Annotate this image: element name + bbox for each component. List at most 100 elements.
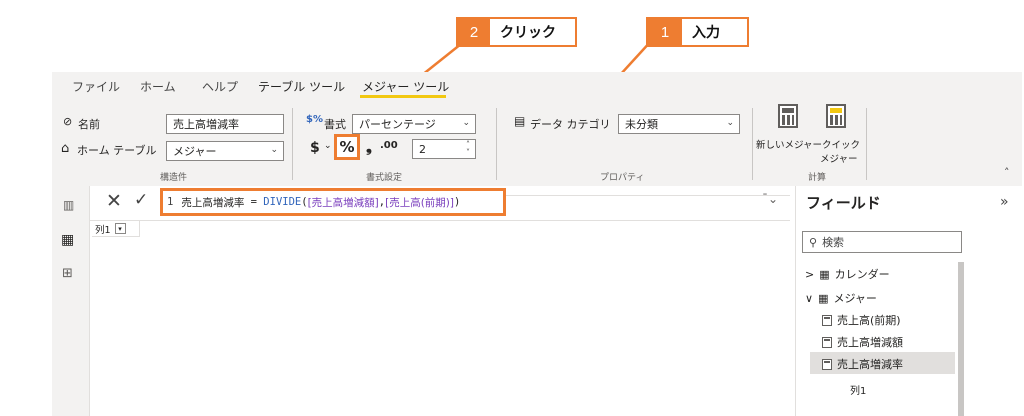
stepper-arrows-icon[interactable]: ˄ ˅ — [466, 141, 470, 157]
measure-name-value: 売上高増減率 — [173, 118, 239, 131]
table-measures-label: メジャー — [833, 292, 877, 305]
formula-bar-line — [506, 195, 790, 196]
callout-step-2-text: クリック — [500, 25, 556, 41]
tag-icon: ⊘ — [63, 115, 73, 128]
collapse-ribbon-icon[interactable]: ˄ — [1004, 166, 1010, 179]
table-icon: ▦ — [819, 267, 830, 281]
measure-label: 売上高(前期) — [837, 314, 901, 327]
quick-measure-button[interactable]: クイック — [822, 137, 860, 151]
quick-measure-icon[interactable] — [826, 104, 846, 128]
measure-name-input[interactable]: 売上高増減率 — [166, 114, 284, 134]
search-icon: ⚲ — [809, 235, 818, 249]
field-measure-item[interactable]: 売上高増減額 — [822, 334, 903, 350]
ribbon-tabs — [52, 72, 1022, 100]
currency-button[interactable]: $ — [310, 140, 320, 156]
chevron-down-icon: ⌄ — [726, 118, 734, 128]
fields-search-input[interactable]: ⚲ 検索 — [802, 231, 962, 253]
format-icon: $% — [306, 114, 323, 125]
table-calendar-label: カレンダー — [834, 268, 890, 281]
chevron-down-icon: ⌄ — [270, 145, 278, 155]
active-tab-indicator — [360, 95, 446, 98]
name-label: 名前 — [78, 118, 100, 131]
field-column-item[interactable]: 列1 — [850, 382, 866, 397]
data-category-value: 未分類 — [625, 118, 658, 131]
callout-step-1-number: 1 — [648, 19, 682, 45]
calculation-group-label: 計算 — [808, 173, 827, 183]
formula-function: DIVIDE — [263, 196, 302, 208]
decimal-places-button[interactable]: .00 — [380, 140, 398, 151]
home-table-label: ホーム テーブル — [77, 144, 157, 157]
data-grid — [90, 220, 790, 416]
calculator-icon — [822, 336, 832, 348]
formula-line-number: 1 — [167, 196, 174, 208]
table-icon: ▦ — [818, 291, 829, 305]
commit-formula-icon[interactable]: ✓ — [134, 190, 148, 210]
expand-formula-icon[interactable]: ¯⌄ — [762, 192, 778, 206]
decimal-places-value: 2 — [419, 142, 426, 156]
column-filter-icon[interactable]: ▾ — [114, 223, 126, 234]
ribbon-separator — [496, 108, 497, 180]
decimal-places-stepper[interactable]: 2 ˄ ˅ — [412, 139, 476, 159]
structure-group-label: 構造件 — [160, 173, 188, 183]
view-rail — [52, 186, 90, 416]
home-table-value: メジャー — [173, 145, 217, 158]
ribbon-separator — [292, 108, 293, 180]
chevron-down-icon: ⌄ — [462, 118, 470, 128]
formula-equals: = — [244, 196, 264, 208]
data-category-select[interactable]: 未分類 ⌄ — [618, 114, 740, 134]
chevron-down-icon[interactable]: ⌄ — [324, 141, 332, 151]
tab-home[interactable]: ホーム — [140, 78, 176, 95]
column-label: 列1 — [850, 386, 867, 397]
percent-symbol: % — [339, 138, 355, 156]
cancel-formula-icon[interactable]: ✕ — [106, 190, 122, 212]
new-measure-icon[interactable] — [778, 104, 798, 128]
tab-help[interactable]: ヘルプ — [202, 78, 238, 95]
quick-measure-label-2: メジャー — [820, 154, 858, 165]
collapse-pane-icon[interactable]: » — [1000, 194, 1009, 210]
ribbon-separator — [866, 108, 867, 180]
column-header-label: 列1 — [95, 224, 111, 236]
calculator-icon — [822, 358, 832, 370]
callout-step-2: 2 クリック — [456, 17, 577, 47]
pane-scrollbar[interactable] — [958, 262, 964, 416]
model-view-icon[interactable]: ⊞ — [62, 266, 73, 281]
chevron-right-icon: > — [805, 267, 815, 281]
field-measure-item[interactable]: 売上高(前期) — [822, 312, 901, 328]
callout-step-2-number: 2 — [458, 19, 490, 45]
measure-label: 売上高増減率 — [837, 358, 903, 371]
tab-file[interactable]: ファイル — [72, 78, 120, 95]
report-view-icon[interactable]: ▥ — [63, 198, 74, 212]
formula-arg-2: [売上高(前期)] — [385, 196, 454, 209]
data-category-label: データ カテゴリ — [530, 118, 611, 131]
tab-measure-tools[interactable]: メジャー ツール — [362, 78, 449, 95]
table-measures[interactable]: ∨ ▦ メジャー — [805, 290, 877, 306]
format-select[interactable]: パーセンテージ ⌄ — [352, 114, 476, 134]
chevron-down-icon: ∨ — [805, 291, 814, 305]
new-measure-button[interactable]: 新しいメジャー — [756, 137, 822, 151]
home-icon: ⌂ — [61, 141, 70, 156]
properties-group-label: プロパティ — [600, 173, 645, 183]
formula-arg-1: [売上高増減額] — [307, 196, 379, 209]
tab-table-tools[interactable]: テーブル ツール — [258, 78, 345, 95]
format-label: 書式 — [324, 118, 346, 131]
field-measure-item-selected[interactable]: 売上高増減率 — [822, 356, 903, 372]
calculator-icon — [822, 314, 832, 326]
formula-measure-name: 売上高増減率 — [181, 196, 245, 209]
callout-step-1: 1 入力 — [646, 17, 749, 47]
data-category-icon: ▤ — [514, 114, 526, 128]
callout-step-1-text: 入力 — [692, 25, 720, 41]
table-calendar[interactable]: > ▦ カレンダー — [805, 266, 890, 282]
search-placeholder: 検索 — [822, 236, 845, 249]
home-table-select[interactable]: メジャー ⌄ — [166, 141, 284, 161]
data-view-icon[interactable]: ▦ — [61, 232, 74, 248]
percent-button[interactable]: % — [334, 134, 360, 160]
comma-style-button[interactable]: ❟ — [366, 138, 372, 156]
format-value: パーセンテージ — [359, 118, 436, 131]
measure-label: 売上高増減額 — [837, 336, 903, 349]
formula-input[interactable]: 1 売上高増減率 = DIVIDE ( [売上高増減額] , [売上高(前期)]… — [160, 188, 506, 216]
column-header[interactable]: 列1 ▾ — [92, 221, 140, 237]
fields-pane-title: フィールド — [806, 194, 881, 212]
formula-close-paren: ) — [453, 196, 461, 208]
format-group-label: 書式設定 — [366, 173, 403, 183]
ribbon-separator — [752, 108, 753, 180]
